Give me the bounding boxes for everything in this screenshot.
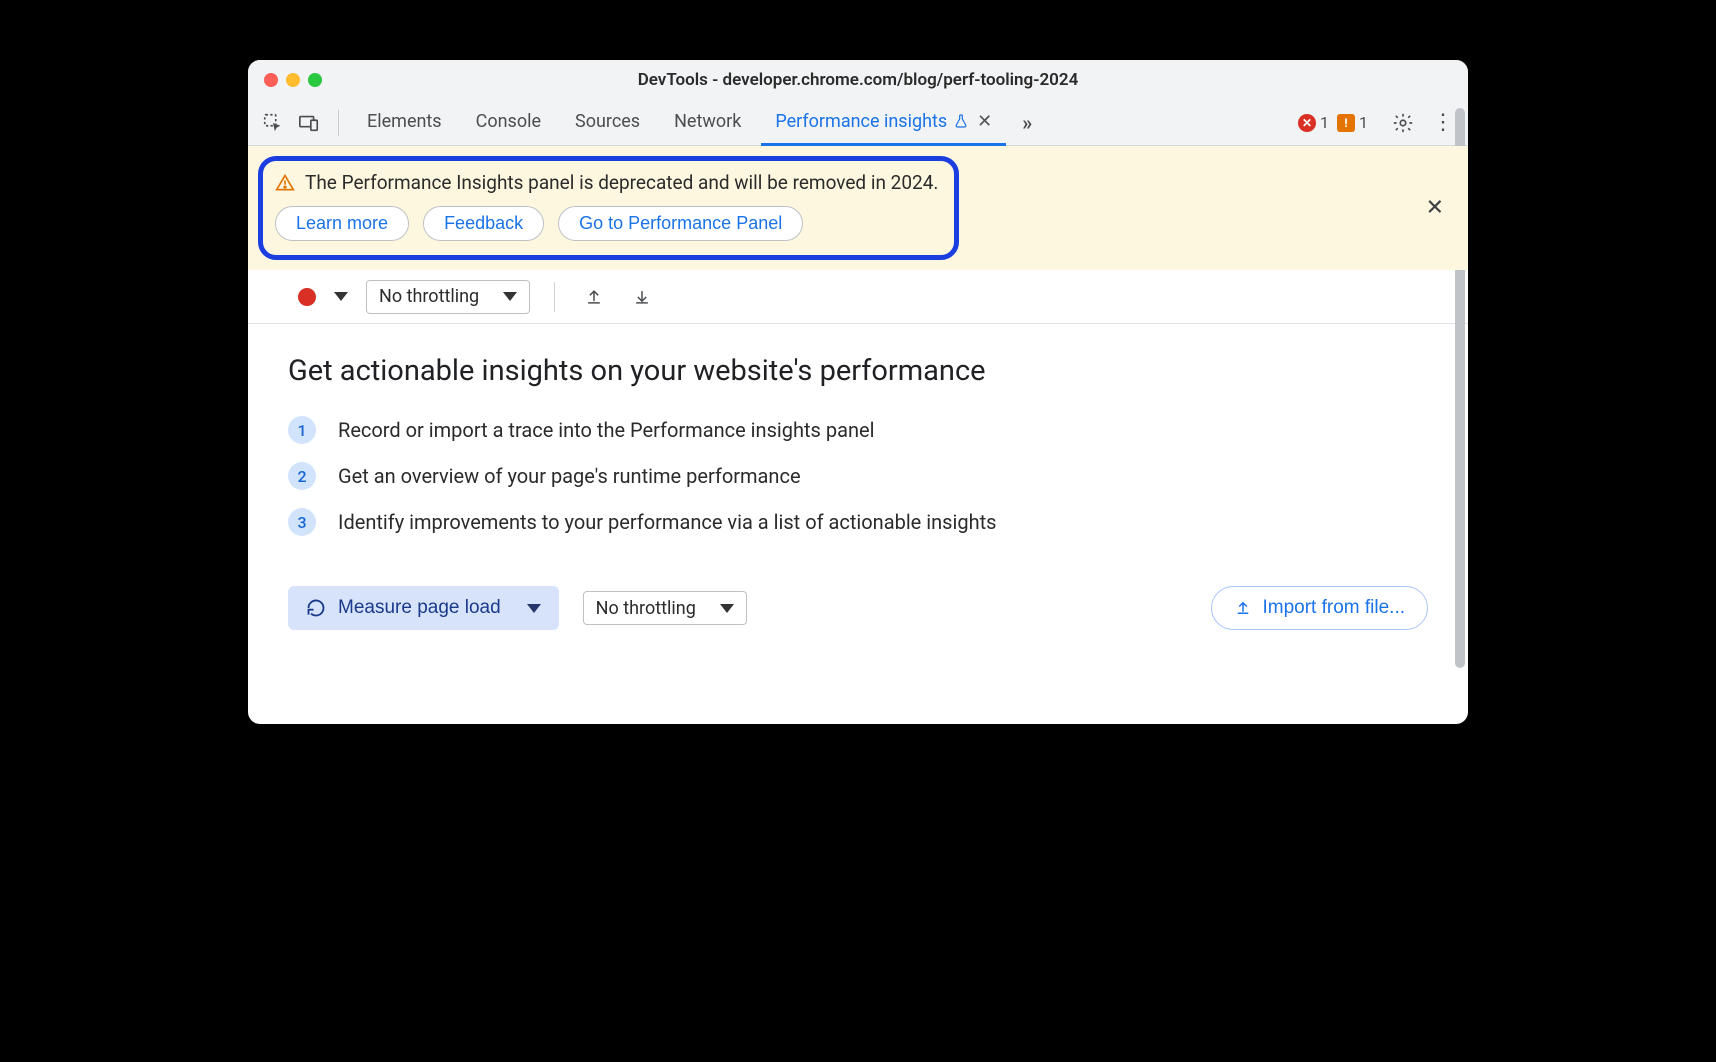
chevron-down-icon <box>527 604 541 613</box>
settings-gear-icon[interactable] <box>1388 108 1418 138</box>
tab-elements[interactable]: Elements <box>353 100 456 146</box>
step-text: Get an overview of your page's runtime p… <box>338 464 801 488</box>
chevron-down-icon <box>720 604 734 613</box>
tab-label: Network <box>674 111 741 132</box>
traffic-lights <box>264 73 322 87</box>
step-item: 3 Identify improvements to your performa… <box>288 508 1428 536</box>
more-tabs-icon[interactable]: » <box>1012 108 1042 138</box>
tab-performance-insights[interactable]: Performance insights ✕ <box>761 100 1006 146</box>
tab-label: Performance insights <box>775 111 947 132</box>
warning-triangle-icon <box>275 173 295 193</box>
error-icon: ✕ <box>1298 114 1316 132</box>
error-badge[interactable]: ✕ 1 <box>1298 113 1329 132</box>
panel-toolbar: No throttling <box>248 270 1468 324</box>
step-text: Identify improvements to your performanc… <box>338 510 996 534</box>
reload-icon <box>306 598 326 618</box>
separator <box>338 110 339 136</box>
step-number: 3 <box>288 508 316 536</box>
record-button[interactable] <box>298 288 316 306</box>
step-item: 2 Get an overview of your page's runtime… <box>288 462 1428 490</box>
measure-page-load-button[interactable]: Measure page load <box>288 586 559 630</box>
throttling-value: No throttling <box>596 598 696 619</box>
badge-area: ✕ 1 ! 1 <box>1298 113 1368 132</box>
banner-highlight-box: The Performance Insights panel is deprec… <box>258 156 959 260</box>
step-text: Record or import a trace into the Perfor… <box>338 418 874 442</box>
tab-console[interactable]: Console <box>462 100 555 146</box>
steps-list: 1 Record or import a trace into the Perf… <box>288 416 1428 536</box>
measure-label: Measure page load <box>338 597 501 619</box>
issue-count: 1 <box>1359 113 1368 132</box>
step-number: 1 <box>288 416 316 444</box>
step-item: 1 Record or import a trace into the Perf… <box>288 416 1428 444</box>
action-row: Measure page load No throttling Import f… <box>288 586 1428 630</box>
close-tab-icon[interactable]: ✕ <box>975 111 992 132</box>
page-heading: Get actionable insights on your website'… <box>288 354 1428 388</box>
device-toolbar-icon[interactable] <box>294 108 324 138</box>
minimize-window-button[interactable] <box>286 73 300 87</box>
export-icon[interactable] <box>579 282 609 312</box>
tab-label: Sources <box>575 111 640 132</box>
close-window-button[interactable] <box>264 73 278 87</box>
import-from-file-button[interactable]: Import from file... <box>1211 586 1428 630</box>
experiment-flask-icon <box>953 113 969 129</box>
upload-icon <box>1234 599 1252 617</box>
import-label: Import from file... <box>1262 597 1405 619</box>
throttling-value: No throttling <box>379 286 479 307</box>
tab-label: Console <box>476 111 541 132</box>
tab-label: Elements <box>367 111 442 132</box>
chevron-down-icon <box>503 292 517 301</box>
step-number: 2 <box>288 462 316 490</box>
throttling-select[interactable]: No throttling <box>366 280 530 314</box>
issues-badge[interactable]: ! 1 <box>1337 113 1368 132</box>
banner-message: The Performance Insights panel is deprec… <box>305 171 938 194</box>
close-banner-icon[interactable]: ✕ <box>1426 196 1444 221</box>
panel-content: Get actionable insights on your website'… <box>248 324 1468 724</box>
error-count: 1 <box>1320 113 1329 132</box>
record-options-caret-icon[interactable] <box>334 292 348 301</box>
devtools-tabbar: Elements Console Sources Network Perform… <box>248 100 1468 146</box>
import-icon[interactable] <box>627 282 657 312</box>
issue-icon: ! <box>1337 114 1355 132</box>
kebab-menu-icon[interactable]: ⋮ <box>1428 108 1458 138</box>
separator <box>554 282 555 312</box>
inspect-element-icon[interactable] <box>258 108 288 138</box>
feedback-button[interactable]: Feedback <box>423 206 544 241</box>
devtools-window: DevTools - developer.chrome.com/blog/per… <box>248 60 1468 724</box>
window-titlebar: DevTools - developer.chrome.com/blog/per… <box>248 60 1468 100</box>
goto-performance-panel-button[interactable]: Go to Performance Panel <box>558 206 803 241</box>
learn-more-button[interactable]: Learn more <box>275 206 409 241</box>
deprecation-banner: The Performance Insights panel is deprec… <box>248 146 1468 270</box>
throttling-select-secondary[interactable]: No throttling <box>583 591 747 625</box>
tab-sources[interactable]: Sources <box>561 100 654 146</box>
tab-network[interactable]: Network <box>660 100 755 146</box>
window-title: DevTools - developer.chrome.com/blog/per… <box>248 70 1468 90</box>
zoom-window-button[interactable] <box>308 73 322 87</box>
